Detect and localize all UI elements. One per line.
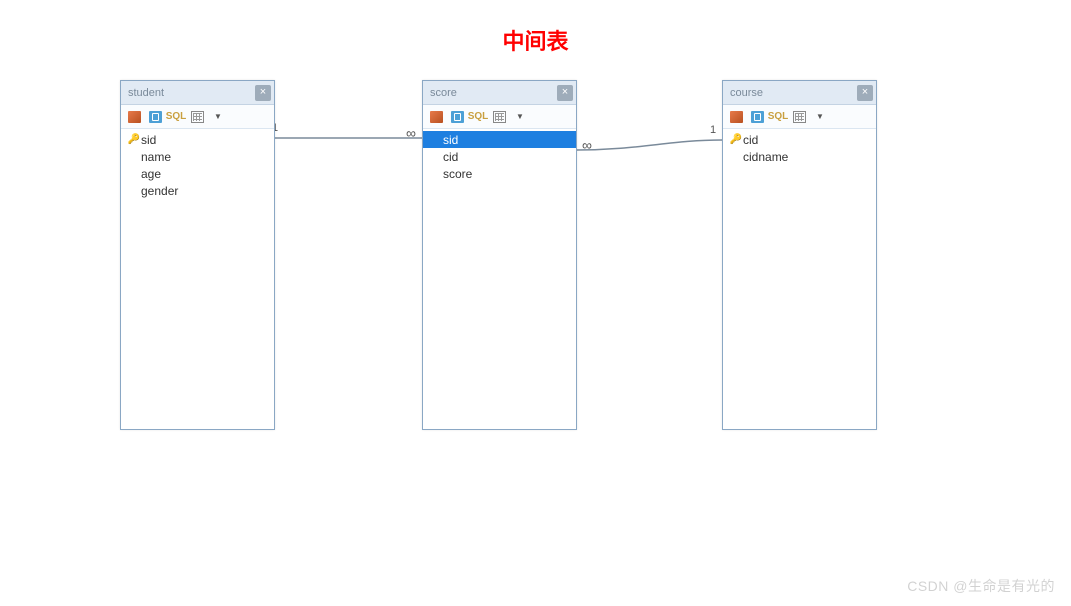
close-icon[interactable]: ×: [857, 85, 873, 101]
toolbar-course: SQL ▼: [723, 105, 876, 129]
field-label: cid: [743, 133, 758, 147]
field-row[interactable]: cid: [423, 148, 576, 165]
key-icon: 🔑: [729, 134, 743, 145]
field-row[interactable]: 🔑cid: [723, 131, 876, 148]
field-label: name: [141, 150, 171, 164]
field-label: cidname: [743, 150, 788, 164]
toolbar-icon-grid[interactable]: [146, 109, 164, 125]
table-window-course[interactable]: course × SQL ▼ 🔑cid cidname: [722, 80, 877, 430]
toolbar-icon-table[interactable]: [790, 109, 808, 125]
field-row[interactable]: score: [423, 165, 576, 182]
toolbar-icon-design[interactable]: [427, 109, 445, 125]
toolbar-icon-design[interactable]: [727, 109, 745, 125]
field-row[interactable]: 🔑sid: [121, 131, 274, 148]
field-row[interactable]: cidname: [723, 148, 876, 165]
watermark: CSDN @生命是有光的: [907, 576, 1055, 596]
field-row[interactable]: sid: [423, 131, 576, 148]
field-row[interactable]: age: [121, 165, 274, 182]
titlebar-course[interactable]: course ×: [723, 81, 876, 105]
field-label: age: [141, 167, 161, 181]
table-title: student: [128, 87, 164, 99]
table-window-student[interactable]: student × SQL ▼ 🔑sid name age gender: [120, 80, 275, 430]
diagram-title: 中间表: [502, 24, 568, 56]
field-row[interactable]: name: [121, 148, 274, 165]
toolbar-icon-table[interactable]: [490, 109, 508, 125]
toolbar-icon-grid[interactable]: [448, 109, 466, 125]
titlebar-score[interactable]: score ×: [423, 81, 576, 105]
toolbar-student: SQL ▼: [121, 105, 274, 129]
table-window-score[interactable]: score × SQL ▼ sid cid score: [422, 80, 577, 430]
field-label: score: [443, 167, 472, 181]
field-list-student: 🔑sid name age gender: [121, 129, 274, 201]
cardinality-many-left: ∞: [406, 125, 416, 141]
close-icon[interactable]: ×: [557, 85, 573, 101]
toolbar-icon-design[interactable]: [125, 109, 143, 125]
field-label: sid: [443, 133, 458, 147]
field-label: cid: [443, 150, 458, 164]
toolbar-icon-grid[interactable]: [748, 109, 766, 125]
chevron-down-icon[interactable]: ▼: [209, 109, 227, 125]
titlebar-student[interactable]: student ×: [121, 81, 274, 105]
toolbar-icon-table[interactable]: [188, 109, 206, 125]
field-list-score: sid cid score: [423, 129, 576, 184]
chevron-down-icon[interactable]: ▼: [511, 109, 529, 125]
field-list-course: 🔑cid cidname: [723, 129, 876, 167]
close-icon[interactable]: ×: [255, 85, 271, 101]
toolbar-icon-sql[interactable]: SQL: [769, 109, 787, 125]
chevron-down-icon[interactable]: ▼: [811, 109, 829, 125]
key-icon: 🔑: [127, 134, 141, 145]
cardinality-one-right: 1: [710, 124, 716, 136]
field-row[interactable]: gender: [121, 182, 274, 199]
toolbar-icon-sql[interactable]: SQL: [167, 109, 185, 125]
field-label: sid: [141, 133, 156, 147]
cardinality-many-right: ∞: [582, 137, 592, 153]
toolbar-icon-sql[interactable]: SQL: [469, 109, 487, 125]
table-title: score: [430, 87, 457, 99]
toolbar-score: SQL ▼: [423, 105, 576, 129]
table-title: course: [730, 87, 763, 99]
field-label: gender: [141, 184, 178, 198]
